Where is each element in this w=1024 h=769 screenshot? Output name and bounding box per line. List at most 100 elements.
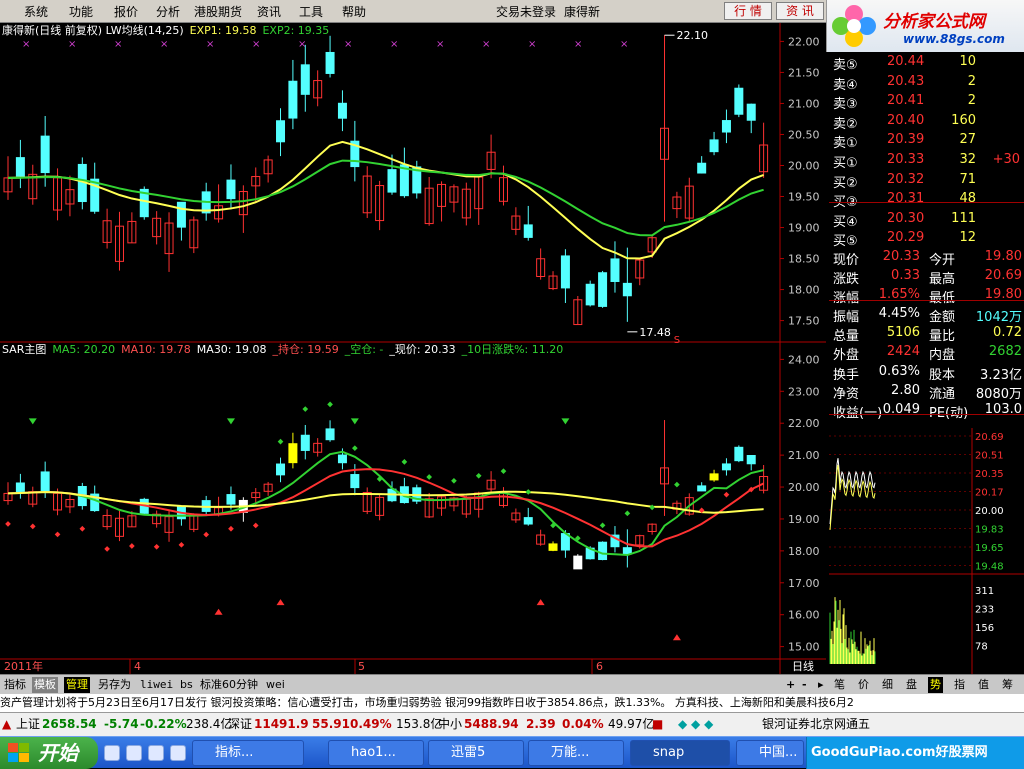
tab-indicator[interactable]: 指标 (2, 677, 28, 693)
right-tab-jia[interactable]: 价 (856, 677, 871, 693)
intraday-minichart[interactable]: 20.69 20.51 20.35 20.17 20.00 19.83 19.65 19.48… (829, 428, 1024, 674)
tab-bs[interactable]: bs (178, 677, 195, 693)
tab-wei[interactable]: wei (264, 677, 287, 693)
task-xunlei[interactable]: 迅雷5 (428, 740, 524, 766)
upper-tick-label: 18.00 (788, 284, 820, 297)
candle-body (746, 103, 756, 121)
candle-body (721, 120, 731, 133)
stat-row: 振幅 4.45% 金额 1042万 (829, 306, 1024, 325)
news-button[interactable]: 资 讯 (776, 2, 824, 20)
right-tab-bi[interactable]: 笔 (832, 677, 847, 693)
stat-value-2: 1042万 (975, 310, 1022, 325)
sz-percent: 0.49% (350, 717, 392, 731)
candle-body (300, 64, 310, 95)
ask-row: 卖⑤ 20.44 10 (829, 54, 1024, 73)
task-snap[interactable]: snap (630, 740, 730, 766)
minichart-canvas: 20.69 20.51 20.35 20.17 20.00 19.83 19.65 19.48… (829, 428, 1024, 674)
sar-body (350, 474, 360, 489)
sz-label: 深证 (228, 717, 253, 731)
sar-body (337, 454, 347, 464)
ask-label: 卖④ (833, 77, 858, 93)
bid-volume: 32 (959, 152, 976, 167)
ask-price: 20.43 (887, 73, 925, 89)
bid-change: +30 (992, 152, 1020, 167)
sar-body (276, 463, 286, 476)
sar-body (697, 485, 707, 492)
tab-manage[interactable]: 管理 (64, 677, 90, 693)
zx-label: 中小 (438, 717, 463, 731)
month-label: 5 (358, 660, 365, 673)
tab-liwei[interactable]: liwei (138, 677, 175, 693)
signal-x-marker: × (114, 39, 122, 50)
task-china[interactable]: 中国... (736, 740, 804, 766)
broker-label: 银河证券北京网通五 (762, 717, 871, 731)
quicklaunch-media-icon[interactable] (148, 745, 164, 761)
task-hao[interactable]: hao1... (328, 740, 424, 766)
stat-value-2: 0.72 (993, 325, 1022, 340)
upper-tick-label: 19.50 (788, 191, 820, 204)
low-annotation: 17.48 (639, 326, 671, 339)
quote-button[interactable]: 行 情 (724, 2, 772, 20)
menu-help[interactable]: 帮助 (342, 3, 366, 20)
lower-tick-label: 21.00 (788, 449, 820, 462)
tab-save-as[interactable]: 另存为 (96, 677, 133, 693)
bid-price: 20.29 (887, 230, 925, 245)
minus-button[interactable]: - (800, 677, 809, 693)
stat-value-2: 20.69 (984, 268, 1022, 283)
ask-volume: 10 (959, 54, 976, 69)
menu-quote[interactable]: 报价 (114, 3, 138, 20)
fund-label: 收益(一) (833, 406, 883, 421)
signal-x-marker: × (436, 39, 444, 50)
tab-standard-60min[interactable]: 标准60分钟 (198, 677, 260, 693)
menu-analysis[interactable]: 分析 (156, 3, 180, 20)
signal-x-marker: × (252, 39, 260, 50)
quicklaunch-desktop-icon[interactable] (126, 745, 142, 761)
ask-volume: 2 (967, 73, 976, 89)
ask-label: 卖③ (833, 97, 858, 112)
mini-volume-tick: 78 (975, 642, 988, 653)
scroll-right-icon[interactable]: ▸ (816, 677, 826, 693)
stat-value: 5106 (886, 325, 920, 340)
menu-hk-futures[interactable]: 港股期货 (194, 3, 242, 20)
menu-system[interactable]: 系统 (24, 3, 48, 20)
tab-template[interactable]: 模板 (32, 677, 58, 693)
site-logo: 分析家公式网 www.88gs.com (826, 0, 1024, 52)
signal-x-marker: × (482, 39, 490, 50)
kline-chart[interactable]: 22.00 21.50 21.00 20.50 20.00 19.50 19.00 18.50… (0, 23, 826, 674)
task-indicator[interactable]: 指标... (192, 740, 304, 766)
fund-label-2: 股本 (929, 368, 956, 383)
sar-body (721, 463, 731, 471)
plus-button[interactable]: + (784, 677, 797, 693)
stat-label-2: 金额 (929, 310, 956, 325)
fund-label-2: 流通 (929, 387, 956, 402)
right-tab-shi[interactable]: 势 (928, 677, 943, 693)
alert-icon: ■ (652, 717, 664, 731)
lower-tick-label: 16.00 (788, 609, 820, 622)
menu-tools[interactable]: 工具 (299, 3, 323, 20)
chg10-label: _10日涨跌%: 11.20 (461, 343, 564, 356)
month-label: 6 (596, 660, 603, 673)
hold-label: _持仓: 19.59 (272, 343, 339, 356)
stat-value: 0.33 (891, 268, 920, 283)
stat-value: 20.33 (882, 249, 920, 264)
menu-function[interactable]: 功能 (69, 3, 93, 20)
bid-volume: 71 (959, 171, 976, 187)
right-tab-value[interactable]: 值 (976, 677, 991, 693)
right-tab-xi[interactable]: 细 (880, 677, 895, 693)
menu-info[interactable]: 资讯 (257, 3, 281, 20)
stat-label: 涨跌 (833, 272, 860, 287)
signal-x-marker: × (22, 39, 30, 50)
fund-value: 2.80 (891, 383, 920, 398)
quicklaunch-ie-icon[interactable] (104, 745, 120, 761)
quicklaunch-qq-icon[interactable] (170, 745, 186, 761)
news-ticker[interactable]: 资产管理计划将于5月23日至6月17日发行 银河投资策略：信心遭受打击，市场重归… (0, 694, 1024, 712)
bid-price: 20.30 (887, 210, 925, 226)
right-tab-zhi[interactable]: 指 (952, 677, 967, 693)
right-tab-chou[interactable]: 筹 (1000, 677, 1015, 693)
candle-body (387, 169, 397, 193)
upper-tick-label: 19.00 (788, 222, 820, 235)
ask-volume: 27 (959, 132, 976, 147)
upper-tick-label: 22.00 (788, 35, 820, 48)
right-tab-pan[interactable]: 盘 (904, 677, 919, 693)
task-wanneng[interactable]: 万能... (528, 740, 624, 766)
